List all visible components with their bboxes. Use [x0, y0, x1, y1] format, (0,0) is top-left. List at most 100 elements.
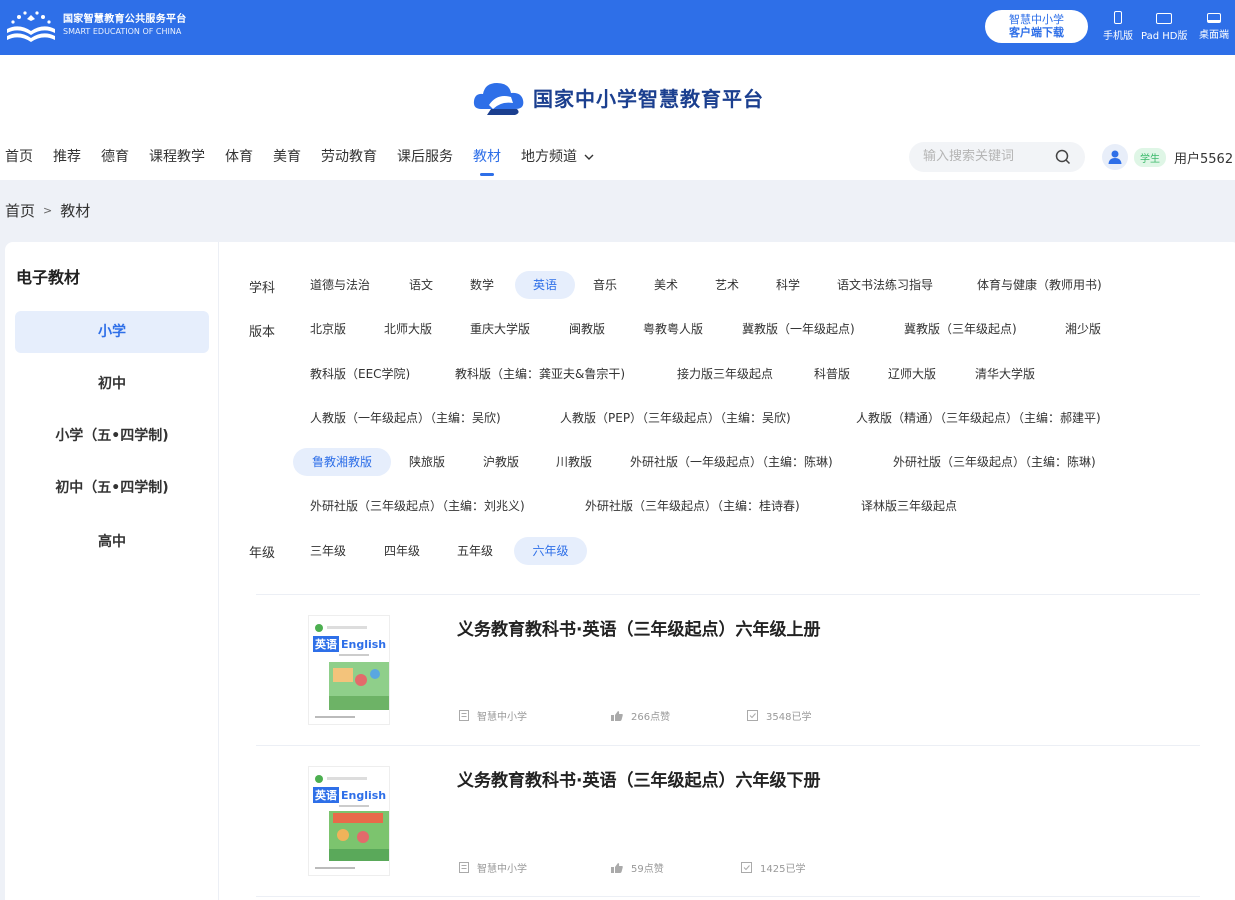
client-download-button[interactable]: 智慧中小学 客户端下载	[985, 10, 1088, 43]
learned-count: 3548已学	[766, 712, 812, 723]
edition-chip[interactable]: 北京版	[310, 315, 346, 343]
mobile-icon	[1114, 11, 1122, 24]
search-input[interactable]	[923, 149, 1053, 164]
subject-chip[interactable]: 数学	[470, 271, 494, 299]
edition-chip[interactable]: 外研社版（三年级起点）（主编：桂诗春)	[585, 492, 800, 520]
edition-chip[interactable]: 冀教版（一年级起点)	[742, 315, 855, 343]
edition-chip[interactable]: 辽师大版	[888, 360, 936, 388]
subject-chip[interactable]: 道德与法治	[310, 271, 370, 299]
subject-chip[interactable]: 体育与健康（教师用书)	[977, 271, 1102, 299]
breadcrumb-home[interactable]: 首页	[5, 200, 35, 221]
edition-chip-active[interactable]: 鲁教湘教版	[293, 448, 391, 476]
likes-count: 266点赞	[631, 712, 671, 723]
sidebar-item-senior[interactable]: 高中	[15, 521, 209, 563]
chevron-down-icon	[584, 154, 594, 160]
subject-chip[interactable]: 美术	[654, 271, 678, 299]
nav-item-arts[interactable]: 美育	[273, 140, 301, 176]
nav-item-home[interactable]: 首页	[5, 140, 33, 176]
subject-chip[interactable]: 艺术	[715, 271, 739, 299]
edition-chip[interactable]: 湘少版	[1065, 315, 1101, 343]
edition-chip[interactable]: 冀教版（三年级起点)	[904, 315, 1017, 343]
user-icon	[1108, 150, 1122, 164]
sidebar-item-junior[interactable]: 初中	[15, 363, 209, 405]
nav-item-textbooks[interactable]: 教材	[473, 140, 501, 176]
list-divider	[256, 594, 1200, 595]
grade-chip-active[interactable]: 六年级	[514, 537, 587, 565]
edition-chip[interactable]: 人教版（精通）（三年级起点）（主编：郝建平)	[856, 404, 1101, 432]
sidebar-item-primary[interactable]: 小学	[15, 311, 209, 353]
grade-chip[interactable]: 四年级	[384, 537, 420, 565]
nav-item-labor[interactable]: 劳动教育	[321, 140, 377, 176]
sidebar: 电子教材 小学 初中 小学（五•四学制) 初中（五•四学制) 高中	[5, 242, 219, 900]
sidebar-item-primary-54[interactable]: 小学（五•四学制)	[15, 415, 209, 457]
edition-chip[interactable]: 接力版三年级起点	[677, 360, 773, 388]
user-menu[interactable]: 学生 用户5562	[1102, 142, 1233, 172]
edition-chip[interactable]: 粤教粤人版	[643, 315, 703, 343]
subject-chip[interactable]: 科学	[776, 271, 800, 299]
nav-item-recommend[interactable]: 推荐	[53, 140, 81, 176]
document-icon	[459, 710, 469, 721]
book-title[interactable]: 义务教育教科书·英语（三年级起点）六年级下册	[457, 766, 820, 791]
nav-item-moral[interactable]: 德育	[101, 140, 129, 176]
pad-version-link[interactable]: Pad HD版	[1141, 11, 1187, 42]
sidebar-title: 电子教材	[16, 268, 81, 287]
cover-title-cn: 英语	[314, 788, 337, 802]
book-likes: 59点赞	[611, 860, 664, 875]
brand-title: 国家中小学智慧教育平台	[533, 86, 764, 111]
book-cover-image: 英语 English	[309, 616, 389, 724]
breadcrumb: 首页 > 教材	[5, 200, 90, 221]
book-likes: 266点赞	[611, 708, 670, 723]
edition-chip[interactable]: 译林版三年级起点	[861, 492, 957, 520]
search-icon[interactable]	[1055, 149, 1071, 165]
list-divider	[256, 896, 1200, 897]
book-cover[interactable]: 英语 English	[308, 766, 390, 876]
edition-chip[interactable]: 科普版	[814, 360, 850, 388]
desktop-version-link[interactable]: 桌面端	[1199, 11, 1229, 41]
book-learned: 3548已学	[747, 708, 811, 723]
edition-chip[interactable]: 北师大版	[384, 315, 432, 343]
thumbs-up-icon	[611, 710, 623, 721]
cover-title-cn: 英语	[314, 637, 337, 651]
logo-title-cn: 国家智慧教育公共服务平台	[63, 14, 187, 25]
grade-chip[interactable]: 五年级	[457, 537, 493, 565]
edition-chip[interactable]: 人教版（PEP）（三年级起点）（主编：吴欣)	[560, 404, 791, 432]
client-download-line2: 客户端下载	[1009, 26, 1064, 39]
edition-chip[interactable]: 陕旅版	[409, 448, 445, 476]
thumbs-up-icon	[611, 862, 623, 873]
edition-chip[interactable]: 教科版（主编：龚亚夫&鲁宗干)	[455, 360, 625, 388]
edition-chip[interactable]: 外研社版（三年级起点）（主编：陈琳)	[893, 448, 1096, 476]
subject-chip[interactable]: 语文	[409, 271, 433, 299]
nav-item-local-channel[interactable]: 地方频道	[521, 140, 594, 176]
edition-chip[interactable]: 外研社版（一年级起点）（主编：陈琳)	[630, 448, 833, 476]
nav-item-after-school[interactable]: 课后服务	[397, 140, 453, 176]
edition-filter-label: 版本	[249, 325, 276, 340]
edition-chip[interactable]: 人教版（一年级起点）（主编：吴欣)	[310, 404, 501, 432]
mobile-version-link[interactable]: 手机版	[1103, 11, 1133, 42]
avatar[interactable]	[1102, 144, 1128, 170]
learned-icon	[747, 710, 758, 721]
sidebar-item-junior-54[interactable]: 初中（五•四学制)	[15, 467, 209, 509]
book-title[interactable]: 义务教育教科书·英语（三年级起点）六年级上册	[457, 615, 820, 640]
edition-chip[interactable]: 清华大学版	[975, 360, 1035, 388]
book-logo-icon	[7, 11, 55, 42]
likes-count: 59点赞	[631, 864, 664, 875]
nav-item-sports[interactable]: 体育	[225, 140, 253, 176]
book-learned: 1425已学	[741, 860, 805, 875]
desktop-version-label: 桌面端	[1199, 30, 1229, 41]
learned-icon	[741, 862, 752, 873]
edition-chip[interactable]: 外研社版（三年级起点）（主编：刘兆义)	[310, 492, 525, 520]
username[interactable]: 用户5562	[1174, 148, 1233, 167]
subject-chip[interactable]: 语文书法练习指导	[837, 271, 933, 299]
book-cover[interactable]: 英语 English	[308, 615, 390, 725]
edition-chip[interactable]: 闽教版	[569, 315, 605, 343]
edition-chip[interactable]: 川教版	[556, 448, 592, 476]
cloud-book-logo-icon	[473, 83, 524, 115]
nav-item-courses[interactable]: 课程教学	[149, 140, 205, 176]
edition-chip[interactable]: 沪教版	[483, 448, 519, 476]
edition-chip[interactable]: 教科版（EEC学院)	[310, 360, 410, 388]
edition-chip[interactable]: 重庆大学版	[470, 315, 530, 343]
grade-chip[interactable]: 三年级	[310, 537, 346, 565]
subject-chip[interactable]: 音乐	[593, 271, 617, 299]
subject-chip-active[interactable]: 英语	[515, 271, 575, 299]
platform-logo[interactable]: 国家智慧教育公共服务平台 SMART EDUCATION OF CHINA	[5, 9, 187, 43]
